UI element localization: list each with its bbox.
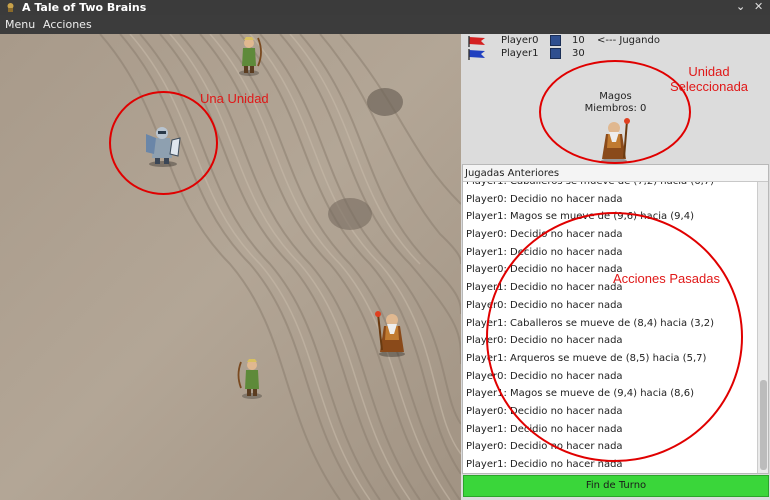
chevron-down-icon[interactable]: ⌄	[736, 0, 745, 13]
menu-item-menu[interactable]: Menu	[5, 18, 35, 31]
player-gold: 10	[572, 35, 585, 46]
menu-item-acciones[interactable]: Acciones	[43, 18, 92, 31]
history-scrollbar[interactable]	[757, 182, 768, 473]
gold-icon	[550, 35, 561, 46]
history-highlight-circle	[486, 212, 743, 462]
list-item: Player0: Decidio no hacer nada	[466, 193, 623, 205]
window-title: A Tale of Two Brains	[22, 1, 147, 14]
annotation-selected-line2: Seleccionada	[669, 79, 749, 94]
side-panel: Player0 10 <--- Jugando Player1 30 Magos…	[461, 34, 770, 500]
history-panel: Player1: Caballeros se mueve de (7,2) ha…	[462, 164, 769, 474]
player-name: Player1	[501, 48, 539, 59]
unit-highlight-circle	[109, 91, 218, 195]
app-icon	[7, 3, 14, 12]
annotation-past-actions: Acciones Pasadas	[613, 271, 720, 286]
history-header: Jugadas Anteriores	[463, 165, 768, 182]
mage-unit[interactable]	[372, 310, 412, 358]
game-window: A Tale of Two Brains ⌄ ✕ Menu Acciones U…	[0, 0, 770, 500]
menu-bar: Menu Acciones	[0, 15, 770, 34]
flag-icon	[468, 49, 485, 60]
game-board[interactable]: Una Unidad	[0, 34, 461, 500]
turn-indicator: <--- Jugando	[597, 35, 660, 46]
end-turn-button[interactable]: Fin de Turno	[463, 475, 769, 497]
player-name: Player0	[501, 35, 539, 46]
annotation-unit-label: Una Unidad	[200, 91, 269, 106]
scrollbar-thumb[interactable]	[760, 380, 767, 470]
archer-unit[interactable]	[236, 356, 268, 400]
annotation-selected-label: Unidad Seleccionada	[659, 64, 759, 94]
gold-icon	[550, 48, 561, 59]
title-bar: A Tale of Two Brains ⌄ ✕	[0, 0, 770, 15]
flag-icon	[468, 36, 485, 47]
close-icon[interactable]: ✕	[754, 0, 763, 13]
player-gold: 30	[572, 48, 585, 59]
annotation-selected-line1: Unidad	[688, 64, 730, 79]
archer-unit[interactable]	[234, 34, 264, 76]
